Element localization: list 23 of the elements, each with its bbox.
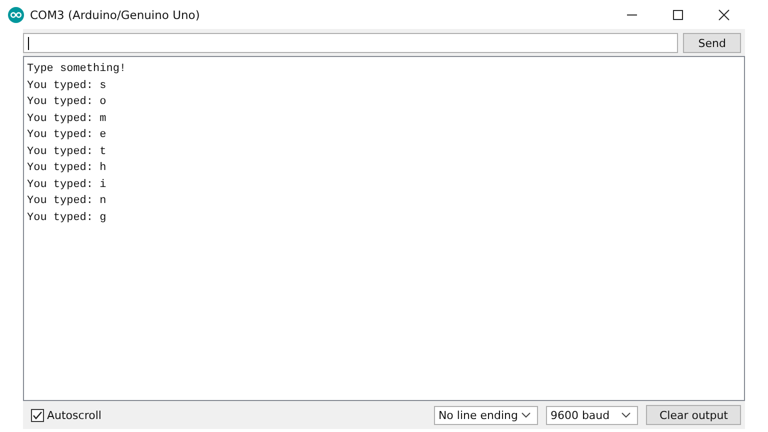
output-line: You typed: s — [27, 78, 108, 94]
output-line: Type something! — [27, 62, 128, 77]
output-line: You typed: n — [27, 194, 108, 209]
autoscroll-checkbox[interactable]: Autoscroll — [31, 408, 102, 422]
line-ending-dropdown[interactable]: No line ending — [434, 406, 538, 424]
output-line: You typed: h — [27, 161, 108, 176]
chevron-icon — [521, 412, 532, 418]
checkbox-icon[interactable] — [31, 408, 44, 422]
app-logo-icon — [8, 6, 24, 22]
output-line: You typed: o — [27, 95, 108, 110]
maximize-icon[interactable] — [672, 8, 684, 20]
message-input-field[interactable] — [23, 33, 678, 53]
baud-rate-dropdown[interactable]: 9600 baud — [546, 406, 638, 424]
close-icon[interactable] — [718, 8, 730, 20]
output-line: You typed: g — [27, 210, 108, 226]
send-button[interactable]: Send — [683, 33, 741, 53]
clear-output-button[interactable]: Clear output — [646, 405, 741, 425]
chevron-icon — [621, 412, 632, 418]
output-line: You typed: i — [27, 178, 108, 192]
output-line: You typed: m — [27, 112, 108, 126]
window-title: COM3 (Arduino/Genuino Uno) — [30, 8, 200, 22]
output-line: You typed: t — [27, 144, 108, 160]
output-line: You typed: e — [27, 128, 108, 143]
